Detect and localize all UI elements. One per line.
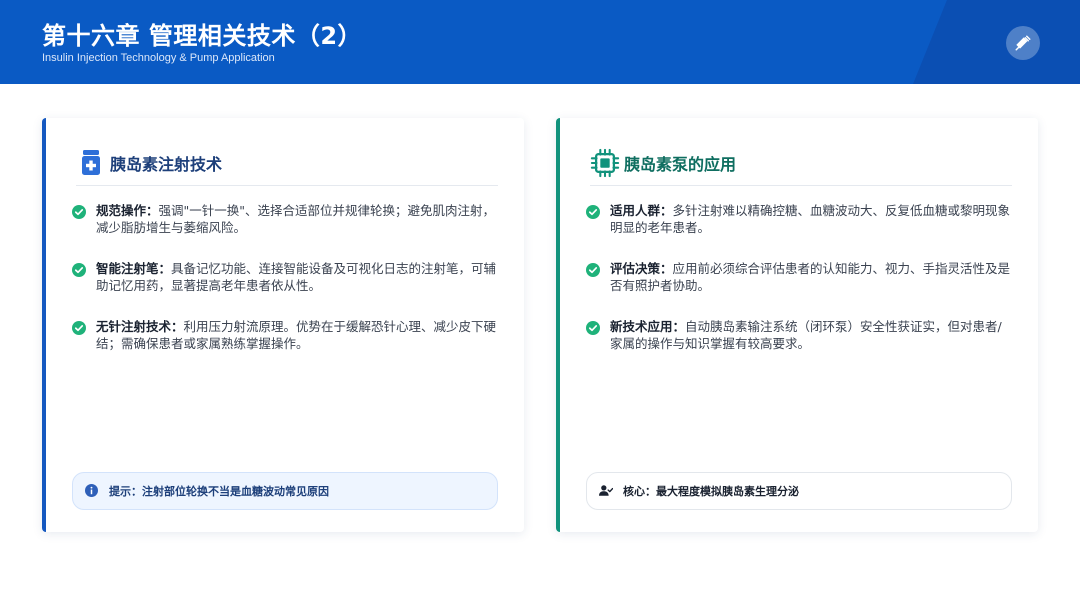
user-check-icon [599, 484, 613, 498]
slide-header: 第十六章 管理相关技术（2） Insulin Injection Technol… [0, 0, 1080, 84]
item-label: 智能注射笔： [96, 261, 172, 276]
check-circle-icon [586, 263, 600, 277]
syringe-icon [1006, 26, 1040, 60]
header-stripe [913, 0, 1080, 84]
check-circle-icon [72, 321, 86, 335]
injection-card-title: 胰岛素注射技术 [110, 154, 223, 174]
injection-tip-box: 提示：注射部位轮换不当是血糖波动常见原因 [72, 472, 498, 510]
item-label: 评估决策： [610, 261, 673, 276]
item-label: 规范操作： [96, 203, 159, 218]
injection-card-header: 胰岛素注射技术 [76, 140, 498, 186]
slide-title: 第十六章 管理相关技术（2） [42, 22, 363, 50]
pump-tip-box: 核心：最大程度模拟胰岛素生理分泌 [586, 472, 1012, 510]
tip-text: 提示：注射部位轮换不当是血糖波动常见原因 [109, 485, 329, 498]
microchip-icon [590, 146, 620, 180]
pump-card-title: 胰岛素泵的应用 [624, 154, 737, 174]
list-item: 适用人群：多针注射难以精确控糖、血糖波动大、反复低血糖或黎明现象明显的老年患者。 [586, 202, 1012, 236]
tip-text: 核心：最大程度模拟胰岛素生理分泌 [623, 485, 799, 498]
slide-subtitle: Insulin Injection Technology & Pump Appl… [42, 52, 275, 64]
pump-card: 胰岛素泵的应用 适用人群：多针注射难以精确控糖、血糖波动大、反复低血糖或黎明现象… [556, 118, 1038, 532]
check-circle-icon [586, 205, 600, 219]
check-circle-icon [72, 205, 86, 219]
pump-item-list: 适用人群：多针注射难以精确控糖、血糖波动大、反复低血糖或黎明现象明显的老年患者。… [586, 202, 1012, 376]
pump-card-header: 胰岛素泵的应用 [590, 140, 1012, 186]
list-item: 智能注射笔：具备记忆功能、连接智能设备及可视化日志的注射笔，可辅助记忆用药，显著… [72, 260, 498, 294]
check-circle-icon [72, 263, 86, 277]
item-label: 新技术应用： [610, 319, 686, 334]
item-label: 适用人群： [610, 203, 673, 218]
list-item: 新技术应用：自动胰岛素输注系统（闭环泵）安全性获证实，但对患者/家属的操作与知识… [586, 318, 1012, 352]
item-label: 无针注射技术： [96, 319, 184, 334]
list-item: 评估决策：应用前必须综合评估患者的认知能力、视力、手指灵活性及是否有照护者协助。 [586, 260, 1012, 294]
list-item: 规范操作：强调"一针一换"、选择合适部位并规律轮换；避免肌肉注射，减少脂肪增生与… [72, 202, 498, 236]
injection-item-list: 规范操作：强调"一针一换"、选择合适部位并规律轮换；避免肌肉注射，减少脂肪增生与… [72, 202, 498, 376]
check-circle-icon [586, 321, 600, 335]
info-icon [85, 484, 99, 498]
list-item: 无针注射技术：利用压力射流原理。优势在于缓解恐针心理、减少皮下硬结；需确保患者或… [72, 318, 498, 352]
injection-card: 胰岛素注射技术 规范操作：强调"一针一换"、选择合适部位并规律轮换；避免肌肉注射… [42, 118, 524, 532]
medicine-bottle-icon [76, 146, 106, 180]
